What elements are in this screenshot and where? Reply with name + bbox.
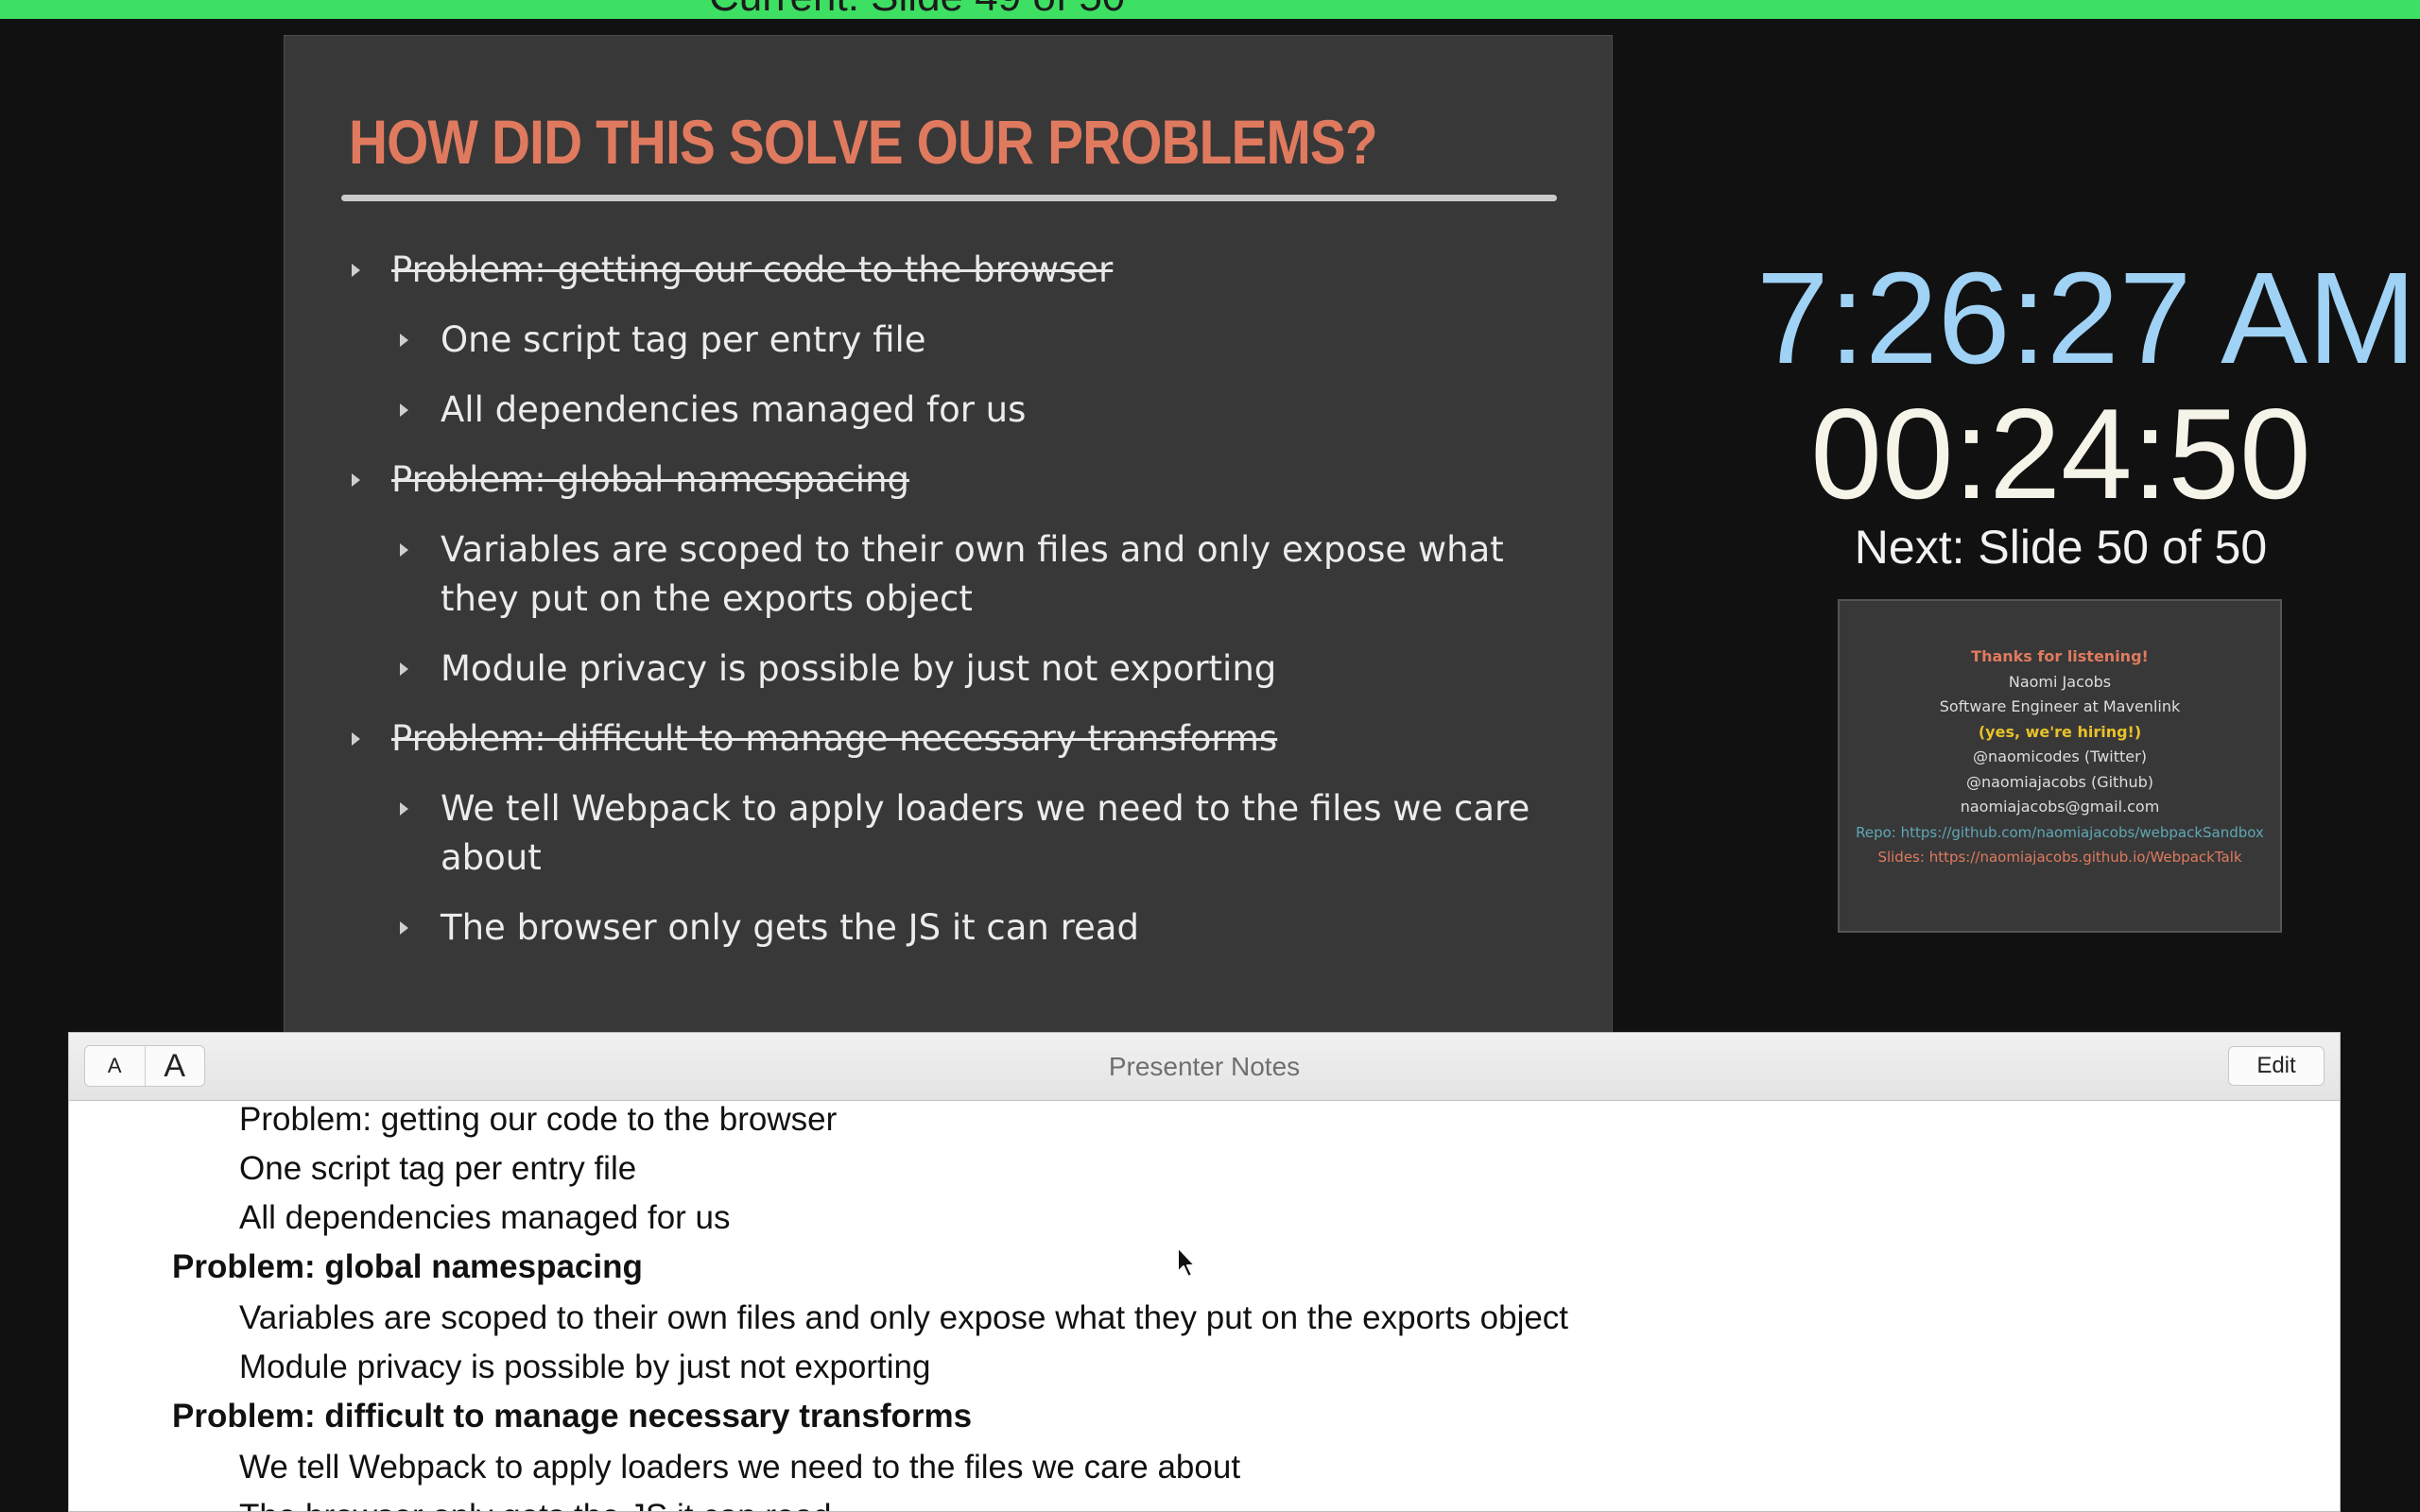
bullet-triangle-icon (352, 264, 360, 277)
slide-bullet-problem: Problem: difficult to manage necessary t… (352, 714, 1564, 764)
next-slide-label: Next: Slide 50 of 50 (1854, 521, 2268, 574)
next-slide-email: naomiajacobs@gmail.com (1960, 798, 2160, 816)
bullet-triangle-icon (400, 334, 408, 347)
next-slide-twitter: @naomicodes (Twitter) (1973, 747, 2147, 765)
bullet-triangle-icon (352, 473, 360, 487)
next-slide-repo: Repo: https://github.com/naomiajacobs/we… (1856, 823, 2264, 841)
next-slide-name: Naomi Jacobs (2008, 672, 2112, 691)
presenter-notes-toolbar: A A Presenter Notes Edit (69, 1033, 2340, 1101)
current-time-clock: 7:26:27 AM (1756, 246, 2417, 391)
note-line: The browser only gets the JS it can read (239, 1498, 831, 1511)
bullet-triangle-icon (352, 732, 360, 746)
next-slide-slides-link: Slides: https://naomiajacobs.github.io/W… (1877, 849, 2242, 866)
slide-bullet-problem: Problem: global namespacing (352, 455, 1564, 505)
next-slide-thanks: Thanks for listening! (1971, 647, 2149, 665)
slide-sub-bullet: Module privacy is possible by just not e… (400, 644, 1537, 694)
elapsed-timer[interactable]: 00:24:50 (1749, 383, 2373, 524)
note-line: Module privacy is possible by just not e… (239, 1349, 931, 1385)
note-heading: Problem: global namespacing (172, 1248, 643, 1285)
font-size-controls: A A (84, 1045, 205, 1087)
slide-sub-bullet: We tell Webpack to apply loaders we need… (400, 784, 1537, 883)
bullet-triangle-icon (400, 543, 408, 557)
edit-notes-button[interactable]: Edit (2228, 1046, 2325, 1086)
next-slide-github: @naomiajacobs (Github) (1965, 772, 2154, 791)
slide-heading-underline (341, 195, 1557, 201)
bullet-triangle-icon (400, 662, 408, 676)
bullet-triangle-icon (400, 921, 408, 935)
note-line: All dependencies managed for us (239, 1199, 731, 1236)
slide-sub-bullet: All dependencies managed for us (400, 386, 1537, 435)
slide-sub-bullet: Variables are scoped to their own files … (400, 525, 1537, 624)
increase-font-button[interactable]: A (146, 1046, 205, 1086)
note-line: One script tag per entry file (239, 1150, 637, 1187)
decrease-font-button[interactable]: A (85, 1046, 146, 1086)
note-line: We tell Webpack to apply loaders we need… (239, 1449, 1241, 1486)
next-slide-hiring: (yes, we're hiring!) (1978, 722, 2142, 741)
next-slide-preview: Thanks for listening! Naomi Jacobs Softw… (1838, 599, 2282, 933)
bullet-triangle-icon (400, 802, 408, 816)
mouse-pointer-icon (1177, 1246, 1196, 1278)
note-line: Problem: getting our code to the browser (239, 1101, 838, 1138)
note-heading: Problem: difficult to manage necessary t… (172, 1398, 973, 1435)
note-line: Variables are scoped to their own files … (239, 1299, 1569, 1336)
current-slide-preview: HOW DID THIS SOLVE OUR PROBLEMS? Problem… (284, 35, 1613, 1033)
bullet-triangle-icon (400, 404, 408, 417)
slide-sub-bullet: One script tag per entry file (400, 316, 1537, 365)
slide-heading: HOW DID THIS SOLVE OUR PROBLEMS? (349, 107, 1378, 177)
slide-bullet-problem: Problem: getting our code to the browser (352, 246, 1564, 295)
slide-sub-bullet: The browser only gets the JS it can read (400, 903, 1537, 953)
current-slide-title: Current: Slide 49 of 50 (709, 0, 1125, 19)
current-slide-title-bar: Current: Slide 49 of 50 (0, 0, 2420, 19)
presenter-notes-panel[interactable]: A A Presenter Notes Edit Problem: gettin… (68, 1032, 2341, 1512)
presenter-notes-title: Presenter Notes (1108, 1052, 1301, 1081)
next-slide-role: Software Engineer at Mavenlink (1939, 697, 2181, 715)
